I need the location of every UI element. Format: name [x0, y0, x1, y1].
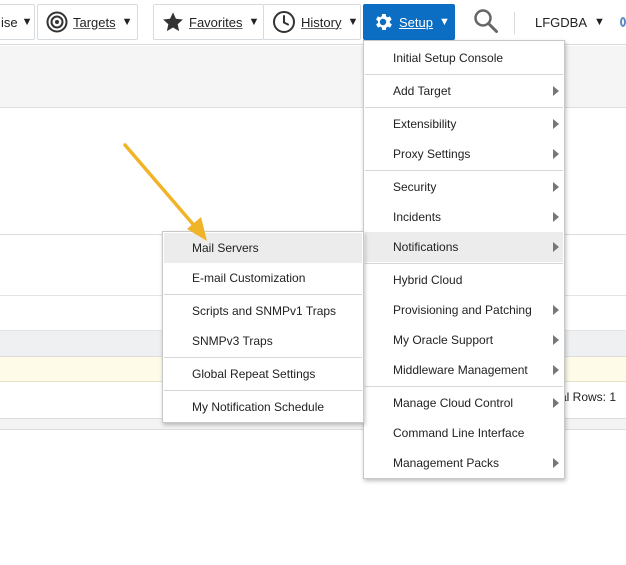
submenu-arrow-icon: [553, 242, 559, 252]
targets-menu-button[interactable]: Targets ▼: [37, 4, 138, 40]
enterprise-menu-label: ise: [1, 14, 18, 30]
user-menu-button[interactable]: LFGDBA ▼: [535, 4, 605, 40]
favorites-menu-button[interactable]: Favorites ▼: [153, 4, 264, 40]
total-rows-label: al Rows: 1: [560, 390, 617, 404]
menu-item-scripts-snmpv1-traps[interactable]: Scripts and SNMPv1 Traps: [164, 296, 362, 326]
menu-item-label: Middleware Management: [393, 363, 528, 377]
menu-item-security[interactable]: Security: [365, 172, 563, 202]
setup-dropdown-menu: Initial Setup Console Add Target Extensi…: [363, 40, 565, 479]
enterprise-menu-button[interactable]: ise ▼: [0, 4, 35, 40]
favorites-label: Favorites: [189, 14, 243, 30]
menu-item-label: Command Line Interface: [393, 426, 525, 440]
menu-separator: [365, 263, 563, 264]
user-name: LFGDBA: [535, 14, 588, 30]
menu-item-my-oracle-support[interactable]: My Oracle Support: [365, 325, 563, 355]
help-icon[interactable]: [620, 4, 626, 40]
search-button[interactable]: [473, 4, 501, 40]
menu-item-provisioning-and-patching[interactable]: Provisioning and Patching: [365, 295, 563, 325]
submenu-arrow-icon: [553, 335, 559, 345]
menu-separator: [365, 386, 563, 387]
submenu-arrow-icon: [553, 305, 559, 315]
menu-item-my-notification-schedule[interactable]: My Notification Schedule: [164, 392, 362, 422]
menu-item-snmpv3-traps[interactable]: SNMPv3 Traps: [164, 326, 362, 356]
clock-icon: [272, 10, 296, 34]
submenu-arrow-icon: [553, 119, 559, 129]
submenu-arrow-icon: [553, 86, 559, 96]
menu-item-add-target[interactable]: Add Target: [365, 76, 563, 106]
chevron-down-icon: ▼: [347, 16, 359, 28]
submenu-arrow-icon: [553, 149, 559, 159]
submenu-arrow-icon: [553, 458, 559, 468]
menu-item-global-repeat-settings[interactable]: Global Repeat Settings: [164, 359, 362, 389]
menu-item-label: Management Packs: [393, 456, 500, 470]
menu-item-incidents[interactable]: Incidents: [365, 202, 563, 232]
menu-item-mail-servers[interactable]: Mail Servers: [164, 233, 362, 263]
menu-item-label: My Notification Schedule: [192, 400, 325, 414]
submenu-arrow-icon: [553, 398, 559, 408]
menu-item-notifications[interactable]: Notifications: [365, 232, 563, 262]
menu-item-label: Global Repeat Settings: [192, 367, 316, 381]
menu-item-proxy-settings[interactable]: Proxy Settings: [365, 139, 563, 169]
global-toolbar: ise ▼ Targets ▼ Favorites ▼ History ▼ Se…: [0, 0, 626, 45]
setup-menu-button[interactable]: Setup ▼: [363, 4, 455, 40]
gear-icon: [372, 11, 394, 33]
history-menu-button[interactable]: History ▼: [263, 4, 361, 40]
submenu-arrow-icon: [553, 212, 559, 222]
target-icon: [46, 11, 68, 33]
menu-separator: [164, 357, 362, 358]
submenu-arrow-icon: [553, 365, 559, 375]
menu-item-management-packs[interactable]: Management Packs: [365, 448, 563, 478]
submenu-arrow-icon: [553, 182, 559, 192]
menu-item-label: Extensibility: [393, 117, 457, 131]
menu-item-label: Incidents: [393, 210, 442, 224]
menu-item-label: Scripts and SNMPv1 Traps: [192, 304, 337, 318]
chevron-down-icon: ▼: [438, 16, 450, 28]
search-icon: [473, 8, 499, 37]
star-icon: [162, 11, 184, 33]
notifications-submenu: Mail Servers E-mail Customization Script…: [162, 231, 364, 423]
chevron-down-icon: ▼: [594, 16, 605, 28]
menu-item-middleware-management[interactable]: Middleware Management: [365, 355, 563, 385]
menu-item-label: My Oracle Support: [393, 333, 494, 347]
menu-item-manage-cloud-control[interactable]: Manage Cloud Control: [365, 388, 563, 418]
history-label: History: [301, 14, 342, 30]
targets-label: Targets: [73, 14, 116, 30]
menu-separator: [164, 294, 362, 295]
chevron-down-icon: ▼: [121, 16, 133, 28]
menu-separator: [365, 74, 563, 75]
chevron-down-icon: ▼: [21, 16, 33, 28]
menu-separator: [164, 390, 362, 391]
menu-item-label: Provisioning and Patching: [393, 303, 532, 317]
menu-item-label: Hybrid Cloud: [393, 273, 463, 287]
menu-item-hybrid-cloud[interactable]: Hybrid Cloud: [365, 265, 563, 295]
menu-item-label: Notifications: [393, 240, 459, 254]
menu-item-command-line-interface[interactable]: Command Line Interface: [365, 418, 563, 448]
menu-item-label: Mail Servers: [192, 241, 259, 255]
setup-label: Setup: [399, 14, 433, 30]
chevron-down-icon: ▼: [248, 16, 260, 28]
menu-item-initial-setup-console[interactable]: Initial Setup Console: [365, 43, 563, 73]
menu-separator: [365, 107, 563, 108]
menu-item-label: E-mail Customization: [192, 271, 306, 285]
menu-separator: [365, 170, 563, 171]
menu-item-label: Security: [393, 180, 437, 194]
menu-item-email-customization[interactable]: E-mail Customization: [164, 263, 362, 293]
menu-item-label: Proxy Settings: [393, 147, 471, 161]
toolbar-divider: [514, 12, 515, 34]
menu-item-label: Add Target: [393, 84, 451, 98]
menu-item-extensibility[interactable]: Extensibility: [365, 109, 563, 139]
menu-item-label: Initial Setup Console: [393, 51, 504, 65]
menu-item-label: Manage Cloud Control: [393, 396, 514, 410]
menu-item-label: SNMPv3 Traps: [192, 334, 273, 348]
